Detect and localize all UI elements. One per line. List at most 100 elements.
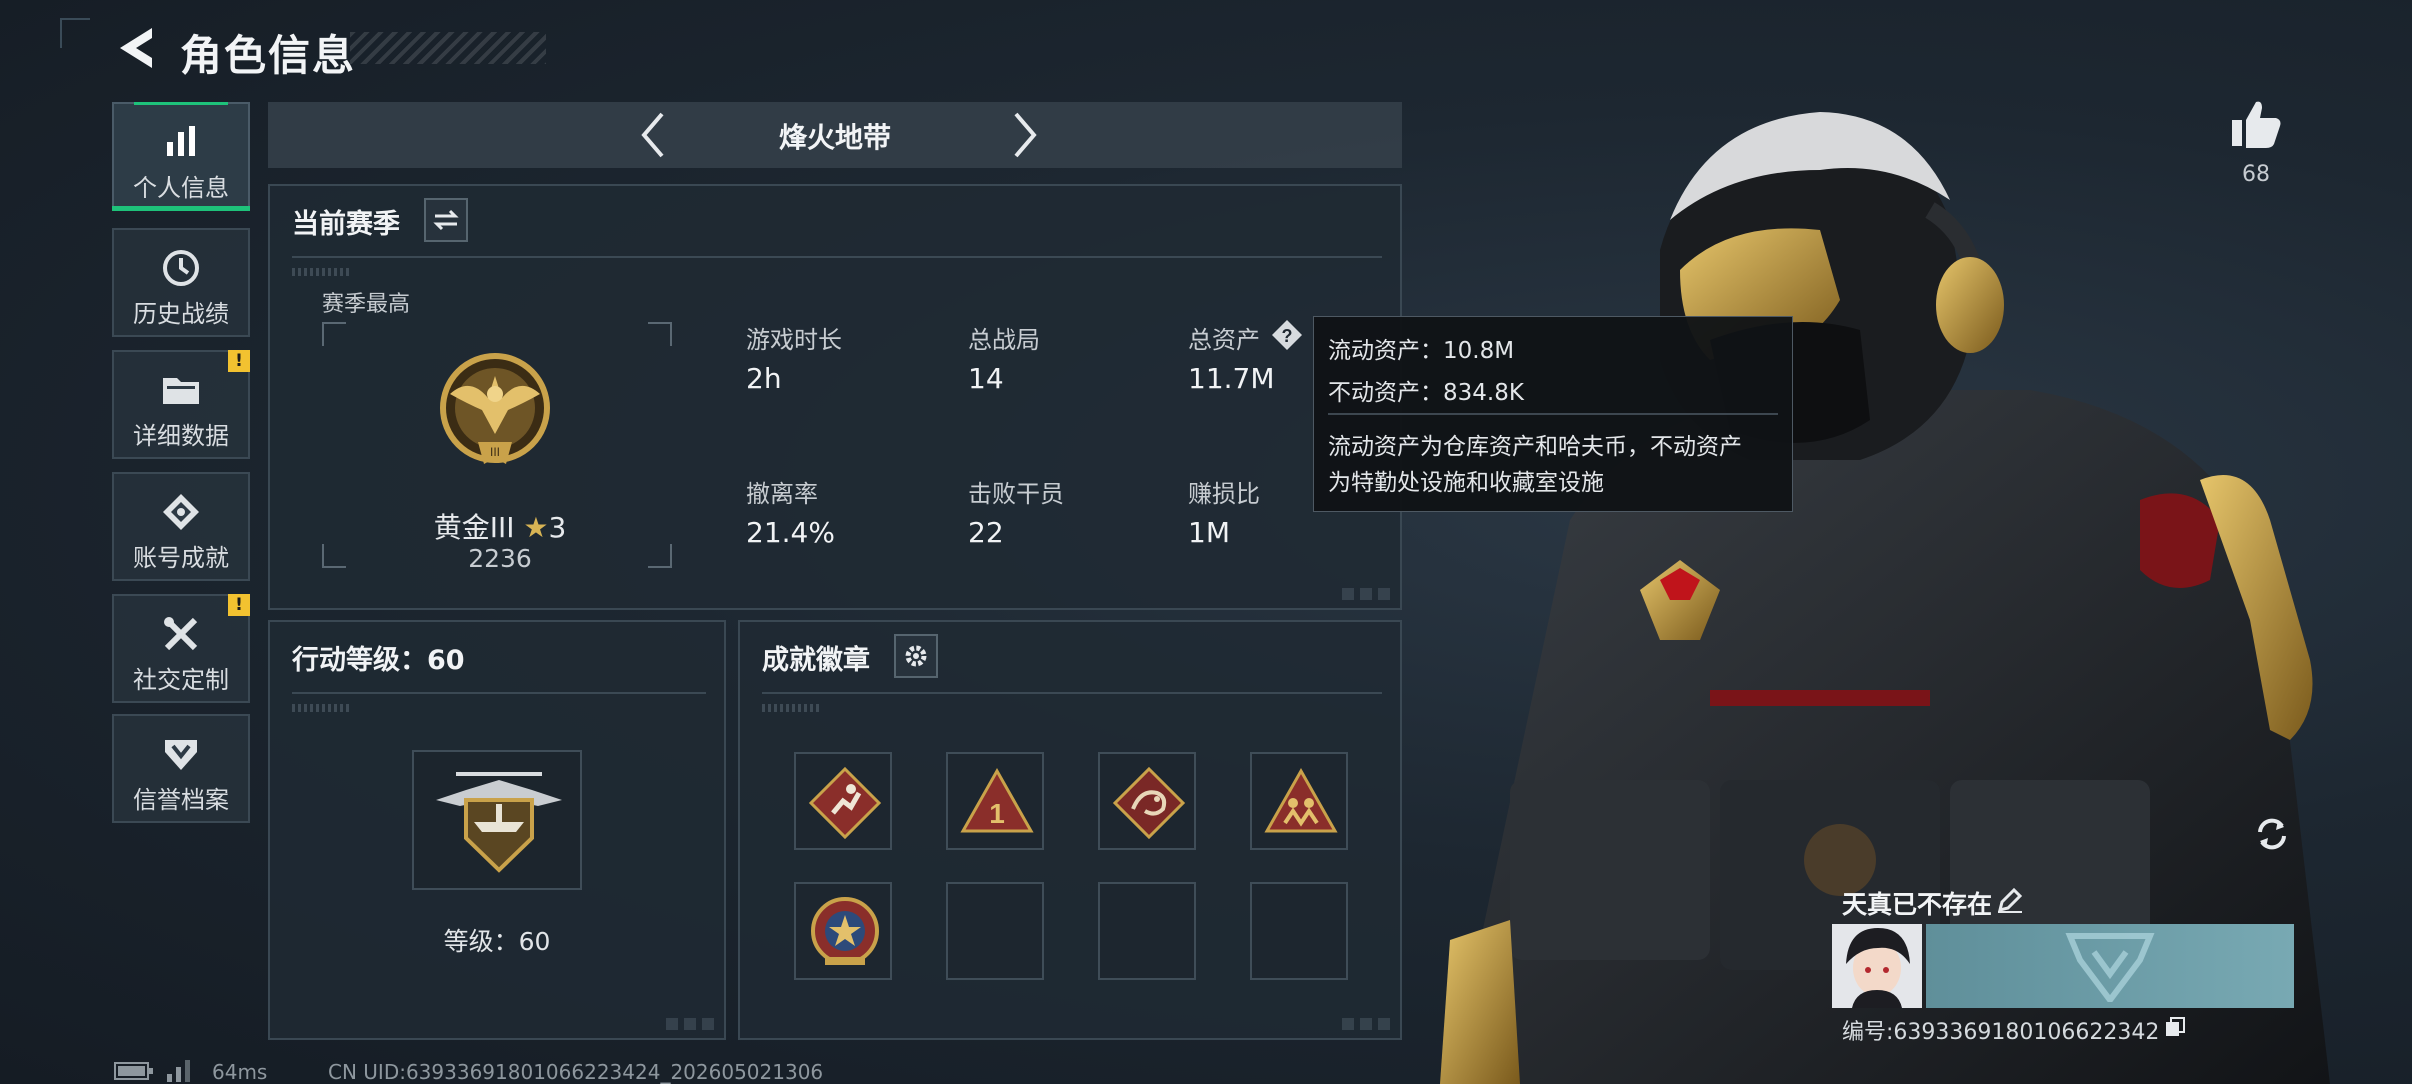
sidebar-item-label: 社交定制 [133,666,229,694]
sidebar-item-label: 信誉档案 [133,786,229,814]
level-emblem-frame [412,750,582,890]
empty-badge-slot[interactable] [1098,882,1196,980]
alert-badge: ! [228,350,250,372]
sidebar-item-history[interactable]: 历史战绩 [112,228,250,337]
banner-logo-icon [2065,933,2155,1002]
divider [292,692,706,694]
folder-icon [114,368,248,412]
achievement-badges-panel: 成就徽章 1 [738,620,1402,1040]
player-name: 天真已不存在 [1842,890,1993,919]
sidebar-item-personal-info[interactable]: 个人信息 [112,102,250,211]
helicopter-emblem [436,772,562,873]
tools-icon [114,612,248,656]
shield-icon [114,732,248,776]
mode-selector: 烽火地带 [268,102,1402,168]
rank-stars: 3 [548,511,567,544]
gear-icon [905,645,927,667]
sidebar-item-label: 详细数据 [133,422,229,450]
stat-value: 1M [1188,516,1230,549]
player-id: 编号:6393369180106622342 [1842,1020,2160,1045]
uid-text: CN UID:6393369180106622342​4_20260502130… [328,1060,824,1084]
swap-icon [433,209,459,231]
signal-icon [167,1060,190,1082]
rotate-view-icon[interactable] [2250,812,2294,856]
bar-chart-icon [114,120,248,164]
corner-decoration [1342,1018,1390,1030]
current-season-panel: 当前赛季 赛季最高 III 黄金III ★3 2236 游戏时长 2h 总战局 … [268,184,1402,610]
svg-text:1: 1 [989,798,1005,829]
divider [292,256,1382,258]
stat-value: 2h [746,362,782,395]
switch-season-button[interactable] [424,198,468,242]
like-count: 68 [2242,162,2270,187]
action-level-title: 行动等级：60 [292,645,465,676]
player-banner [1926,924,2294,1008]
level-text: 等级：60 [443,927,551,956]
thumbs-up-icon[interactable] [2228,96,2284,152]
divider [762,692,1382,694]
badge-slot[interactable] [1250,752,1348,850]
dots-decoration [292,704,352,712]
sidebar-item-social-custom[interactable]: 社交定制 ! [112,594,250,703]
badge-slot[interactable] [794,882,892,980]
season-best-label: 赛季最高 [322,292,411,317]
empty-badge-slot[interactable] [1250,882,1348,980]
rank-score: 2236 [468,544,532,573]
anime-avatar-image [1832,924,1922,1008]
corner-decoration [1342,588,1390,600]
svg-text:III: III [490,445,500,459]
stat-value: 22 [968,516,1004,549]
season-title: 当前赛季 [292,209,400,240]
edit-icon[interactable] [1996,886,2024,914]
empty-badge-slot[interactable] [946,882,1044,980]
badges-title: 成就徽章 [762,645,870,676]
stat-label: 赚损比 [1188,480,1260,508]
svg-text:?: ? [1282,326,1293,346]
stat-value: 11.7M [1188,362,1275,395]
sidebar-item-label: 历史战绩 [133,300,229,328]
back-button[interactable] [112,22,158,74]
frame-corner [322,322,346,346]
next-mode-button[interactable] [998,110,1048,160]
tooltip-description-line1: 流动资产为仓库资产和哈夫币，不动资产 [1328,434,1742,460]
help-icon[interactable]: ? [1270,318,1304,352]
mode-name: 烽火地带 [778,121,891,154]
badge-slot[interactable]: 1 [946,752,1044,850]
asset-tooltip: 流动资产：10.8M 不动资产：834.8K 流动资产为仓库资产和哈夫币，不动资… [1313,316,1793,512]
page-title: 角色信息 [180,31,357,80]
frame-corner [648,544,672,568]
ping-value: 64ms [212,1060,268,1084]
badge-settings-button[interactable] [894,634,938,678]
corner-decoration [60,18,90,48]
stat-label: 游戏时长 [746,326,842,354]
stat-label: 撤离率 [746,480,818,508]
sidebar-item-detailed-data[interactable]: 详细数据 ! [112,350,250,459]
sidebar-item-achievements[interactable]: 账号成就 [112,472,250,581]
badge-slot[interactable] [1098,752,1196,850]
star-emblem-badge-icon [811,897,879,965]
copy-icon[interactable] [2164,1016,2186,1038]
rank-name: 黄金III [433,511,515,544]
sidebar-item-reputation[interactable]: 信誉档案 [112,714,250,823]
dots-decoration [762,704,822,712]
tooltip-description-line2: 为特勤处设施和收藏室设施 [1328,470,1604,496]
stat-label: 击败干员 [968,480,1064,508]
achievement-icon [114,490,248,534]
badge-slot[interactable] [794,752,892,850]
frame-corner [322,544,346,568]
corner-decoration [666,1018,714,1030]
stat-value: 21.4% [746,516,835,549]
tooltip-divider [1328,413,1778,415]
first-place-badge-icon: 1 [960,767,1034,833]
star-icon: ★ [523,511,549,544]
sidebar-item-label: 个人信息 [133,174,229,202]
sidebar-item-label: 账号成就 [133,544,229,572]
dragon-badge-icon [1112,766,1186,840]
stat-label: 总资产 [1188,326,1260,354]
stat-value: 14 [968,362,1004,395]
title-stripes-decoration [350,32,546,64]
avatar[interactable] [1832,924,1922,1008]
dots-decoration [292,268,352,276]
gold-rank-emblem: III [440,353,550,464]
runner-badge-icon [808,766,882,840]
